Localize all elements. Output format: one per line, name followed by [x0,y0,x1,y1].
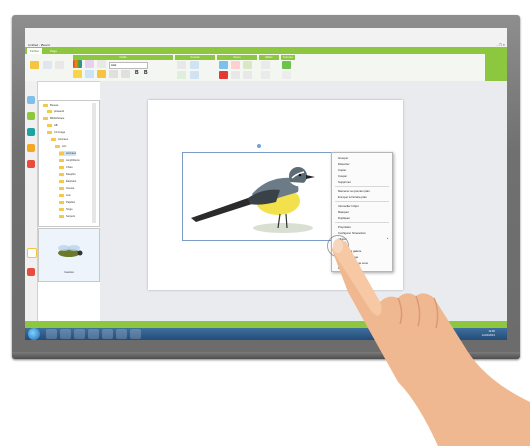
folder-icon [59,172,64,176]
folder-icon [43,103,48,107]
record-icon[interactable] [231,61,240,69]
tree-item[interactable]: Serpent [59,214,75,219]
tools-icon[interactable] [27,160,35,168]
menu-item-delete[interactable]: Supprimer [338,179,351,185]
folder-icon [47,130,52,134]
tree-scrollbar[interactable] [92,103,96,223]
menu-separator [335,186,389,187]
tree-item[interactable]: Animaux [51,137,68,142]
file-tab-bar: Fichier Page [25,47,507,54]
attachments-icon[interactable] [27,144,35,152]
line-icon[interactable] [261,71,270,79]
web-icon[interactable] [27,128,35,136]
tree-item[interactable]: AB [47,123,57,128]
tree-item[interactable]: Bibliothèque [43,116,64,121]
highlighter-icon[interactable] [97,70,106,78]
table-icon[interactable] [121,70,130,78]
tree-item[interactable]: Lion [59,193,71,198]
pen-icon[interactable] [73,70,82,78]
title-bar [25,28,507,47]
folder-icon [59,186,64,190]
taskbar-firefox-icon[interactable] [116,329,127,339]
folder-icon [59,158,64,162]
page-thumb-icon[interactable] [27,248,37,258]
folder-icon [47,123,52,127]
menu-separator [335,222,389,223]
ribbon-group-format: Format [175,55,215,60]
camera-icon[interactable] [219,61,228,69]
taskbar-app-icon[interactable] [88,329,99,339]
folder-icon [51,137,56,141]
image-icon[interactable] [109,70,118,78]
gallery-icon[interactable] [27,112,35,120]
folder-icon [59,200,64,204]
rotate-handle[interactable] [257,144,261,148]
pages-icon[interactable] [27,96,35,104]
tree-item[interactable]: Dauphin [59,172,76,177]
tree-item-selected[interactable]: Animaux [59,151,77,156]
settings-icon[interactable] [282,71,291,79]
tree-item[interactable]: Éléphant [59,179,76,184]
font-select[interactable]: Arial [109,62,148,69]
color-palette-icon[interactable] [73,60,82,68]
folder-icon [59,207,64,211]
menu-separator [335,201,389,202]
preview-label: Insectes [64,271,74,274]
eraser-icon[interactable] [85,70,94,78]
tree-item[interactable]: ptrasend [47,109,64,114]
folder-icon[interactable] [30,61,39,69]
folder-icon [59,193,64,197]
tree-item[interactable]: Chien [59,165,73,170]
ribbon-group-zoom: Zoom [217,55,257,60]
hand-icon[interactable] [177,71,186,79]
save-icon[interactable] [282,61,291,69]
bold-icon[interactable]: B [135,70,141,77]
folder-icon [59,214,64,218]
menu-item-send-back[interactable]: Envoyer à l'arrière-plan [338,194,367,200]
tree-item[interactable]: Amphibiens [59,158,80,163]
taskbar-explorer-icon[interactable] [46,329,57,339]
taskbar-whiteboard-icon[interactable] [130,329,141,339]
clear-icon[interactable] [231,71,240,79]
taskbar-chrome-icon[interactable] [102,329,113,339]
gallery-preview: Insectes [38,228,100,282]
zoom-in-icon[interactable] [190,61,199,69]
scissors-icon[interactable] [85,60,94,68]
folder-icon [59,165,64,169]
taskbar-media-icon[interactable] [74,329,85,339]
folder-icon [55,144,60,148]
tree-item[interactable]: Cd Image [47,130,65,135]
cursor-icon[interactable] [43,61,52,69]
screen-icon[interactable] [243,71,252,79]
pointing-hand-image [332,239,530,446]
folder-icon [59,151,64,155]
tree-item[interactable]: Bureau [43,103,58,108]
menu-item-duplicate[interactable]: Dupliquer [338,215,350,221]
wagtail-bird-image[interactable] [188,156,328,236]
close-panel-icon[interactable] [27,268,35,276]
text-size-icon[interactable] [97,60,106,68]
bold-alt-icon[interactable]: B [144,70,150,77]
zoom-out-icon[interactable] [190,71,199,79]
pointer-icon[interactable] [55,61,64,69]
tree-item[interactable]: Papillon [59,200,75,205]
folder-icon [43,116,48,120]
start-button[interactable] [28,328,40,340]
tree-item[interactable]: Insecte [59,186,74,191]
tree-item[interactable]: Singe [59,207,73,212]
ribbon-group-shapes: Formes [281,55,295,60]
ribbon-group-effects: Effets [259,55,279,60]
select-icon[interactable] [177,61,186,69]
insect-thumbnail[interactable] [53,237,85,267]
tree-item[interactable]: Acc [55,144,66,149]
capture-icon[interactable] [243,61,252,69]
folder-icon [47,109,52,113]
triangle-icon[interactable] [261,61,270,69]
taskbar-browser-icon[interactable] [60,329,71,339]
red-tool-icon[interactable] [219,71,228,79]
folder-icon [59,179,64,183]
gallery-folder-tree: Bureau ptrasend Bibliothèque AB Cd Image… [38,100,100,227]
